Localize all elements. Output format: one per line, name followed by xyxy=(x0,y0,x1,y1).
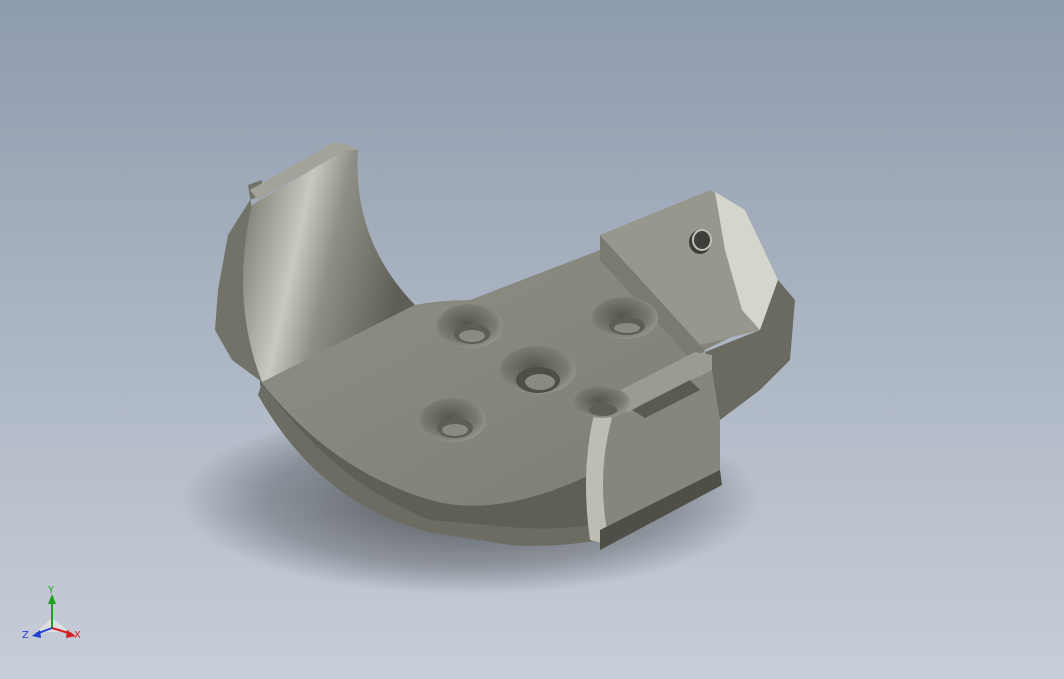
triad-x-label: X xyxy=(74,630,81,641)
triad-z-label: Z xyxy=(22,630,29,641)
counterbore-hole-1 xyxy=(437,304,503,348)
counterbore-hole-3 xyxy=(420,398,486,442)
coordinate-triad: Y X Z xyxy=(14,580,94,660)
3d-model-part[interactable] xyxy=(0,0,1064,679)
counterbore-hole-4 xyxy=(574,386,630,418)
counterbore-hole-2 xyxy=(592,297,658,339)
graphics-viewport[interactable]: Y X Z xyxy=(0,0,1064,679)
triad-y-label: Y xyxy=(48,585,55,596)
counterbore-hole-center xyxy=(500,346,576,394)
